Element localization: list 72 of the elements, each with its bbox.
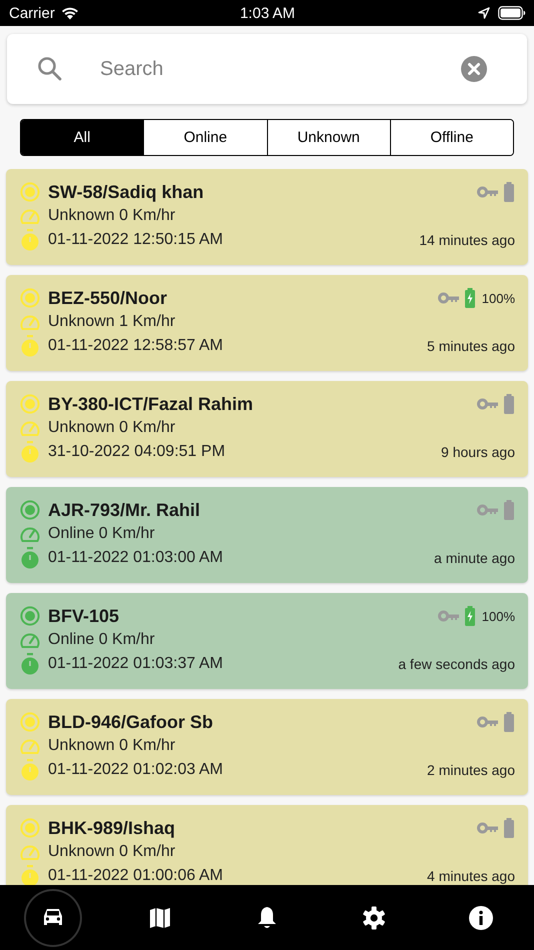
key-icon: [438, 292, 460, 304]
filter-tab[interactable]: All: [21, 120, 144, 155]
key-icon: [477, 186, 499, 198]
speed-status: Unknown 0 Km/hr: [48, 419, 176, 437]
speed-status: Unknown 1 Km/hr: [48, 313, 176, 331]
relative-time: 14 minutes ago: [419, 232, 515, 248]
vehicle-card[interactable]: BHK-989/Ishaq Unknown 0 Km/hr 01-11-2022 01:00:06 AM 4 minutes ago: [6, 805, 528, 885]
key-icon: [477, 504, 499, 516]
vehicle-name: BY-380-ICT/Fazal Rahim: [48, 394, 254, 414]
status-dot-icon: [20, 500, 40, 520]
battery-icon: [498, 6, 526, 20]
last-update-time: 01-11-2022 12:50:15 AM: [48, 231, 223, 249]
filter-tab[interactable]: Unknown: [266, 120, 390, 155]
status-dot-icon: [20, 606, 40, 626]
speed-status: Online 0 Km/hr: [48, 631, 155, 649]
vehicle-card[interactable]: BEZ-550/Noor 100% Unknown 1 Km/hr 01-11-2022 12:58:57 AM 5 minutes ago: [6, 275, 528, 371]
status-dot-icon: [20, 394, 40, 414]
last-update-time: 01-11-2022 12:58:57 AM: [48, 337, 223, 355]
battery-percent: 100%: [482, 290, 515, 306]
stopwatch-icon: [20, 865, 40, 885]
speed-status: Unknown 0 Km/hr: [48, 737, 176, 755]
vehicle-name: BFV-105: [48, 606, 120, 626]
status-dot-icon: [20, 288, 40, 308]
vehicle-name: AJR-793/Mr. Rahil: [48, 500, 200, 520]
vehicle-name: BEZ-550/Noor: [48, 288, 168, 308]
vehicle-name: SW-58/Sadiq khan: [48, 182, 204, 202]
vehicle-name: BHK-989/Ishaq: [48, 818, 176, 838]
location-arrow-icon: [478, 7, 490, 19]
relative-time: a few seconds ago: [398, 656, 515, 672]
key-icon: [477, 716, 499, 728]
search-icon: [37, 56, 63, 82]
battery-percent: 100%: [482, 608, 515, 624]
vehicle-card[interactable]: BY-380-ICT/Fazal Rahim Unknown 0 Km/hr 31-10-2022 04:09:51 PM 9 hours ago: [6, 381, 528, 477]
vehicle-card[interactable]: BFV-105 100% Online 0 Km/hr 01-11-2022 01:03:37 AM a few seconds ago: [6, 593, 528, 689]
speed-status: Unknown 0 Km/hr: [48, 207, 176, 225]
clear-icon[interactable]: [461, 56, 487, 82]
wifi-icon: [60, 6, 80, 20]
last-update-time: 01-11-2022 01:00:06 AM: [48, 867, 223, 885]
relative-time: a minute ago: [434, 550, 515, 566]
speed-status: Unknown 0 Km/hr: [48, 843, 176, 861]
info-icon[interactable]: [466, 904, 495, 932]
key-icon: [438, 610, 460, 622]
status-dot-icon: [20, 818, 40, 838]
status-dot-icon: [20, 182, 40, 202]
status-dot-icon: [20, 712, 40, 732]
key-icon: [477, 398, 499, 410]
stopwatch-icon: [20, 441, 40, 463]
stopwatch-icon: [20, 547, 40, 569]
stopwatch-icon: [20, 653, 40, 675]
filter-tab[interactable]: Online: [143, 120, 266, 155]
last-update-time: 01-11-2022 01:02:03 AM: [48, 761, 223, 779]
carrier-label: Carrier: [9, 4, 55, 22]
key-icon: [477, 822, 499, 834]
vehicle-card[interactable]: AJR-793/Mr. Rahil Online 0 Km/hr 01-11-2022 01:03:00 AM a minute ago: [6, 487, 528, 583]
vehicle-card[interactable]: BLD-946/Gafoor Sb Unknown 0 Km/hr 01-11-2022 01:02:03 AM 2 minutes ago: [6, 699, 528, 795]
last-update-time: 01-11-2022 01:03:37 AM: [48, 655, 223, 673]
clock-time: 1:03 AM: [240, 4, 296, 22]
stopwatch-icon: [20, 229, 40, 251]
vehicle-card[interactable]: SW-58/Sadiq khan Unknown 0 Km/hr 01-11-2022 12:50:15 AM 14 minutes ago: [6, 169, 528, 265]
search-field[interactable]: Search: [98, 56, 461, 82]
last-update-time: 31-10-2022 04:09:51 PM: [48, 443, 226, 461]
stopwatch-icon: [20, 335, 40, 357]
relative-time: 5 minutes ago: [427, 338, 515, 354]
filter-tab[interactable]: Offline: [390, 120, 513, 155]
selected-tab-button[interactable]: [26, 890, 80, 944]
relative-time: 2 minutes ago: [427, 762, 515, 778]
speed-status: Online 0 Km/hr: [48, 525, 155, 543]
stopwatch-icon: [20, 759, 40, 781]
relative-time: 9 hours ago: [441, 444, 515, 460]
last-update-time: 01-11-2022 01:03:00 AM: [48, 549, 223, 567]
relative-time: 4 minutes ago: [427, 868, 515, 884]
vehicle-name: BLD-946/Gafoor Sb: [48, 712, 214, 732]
